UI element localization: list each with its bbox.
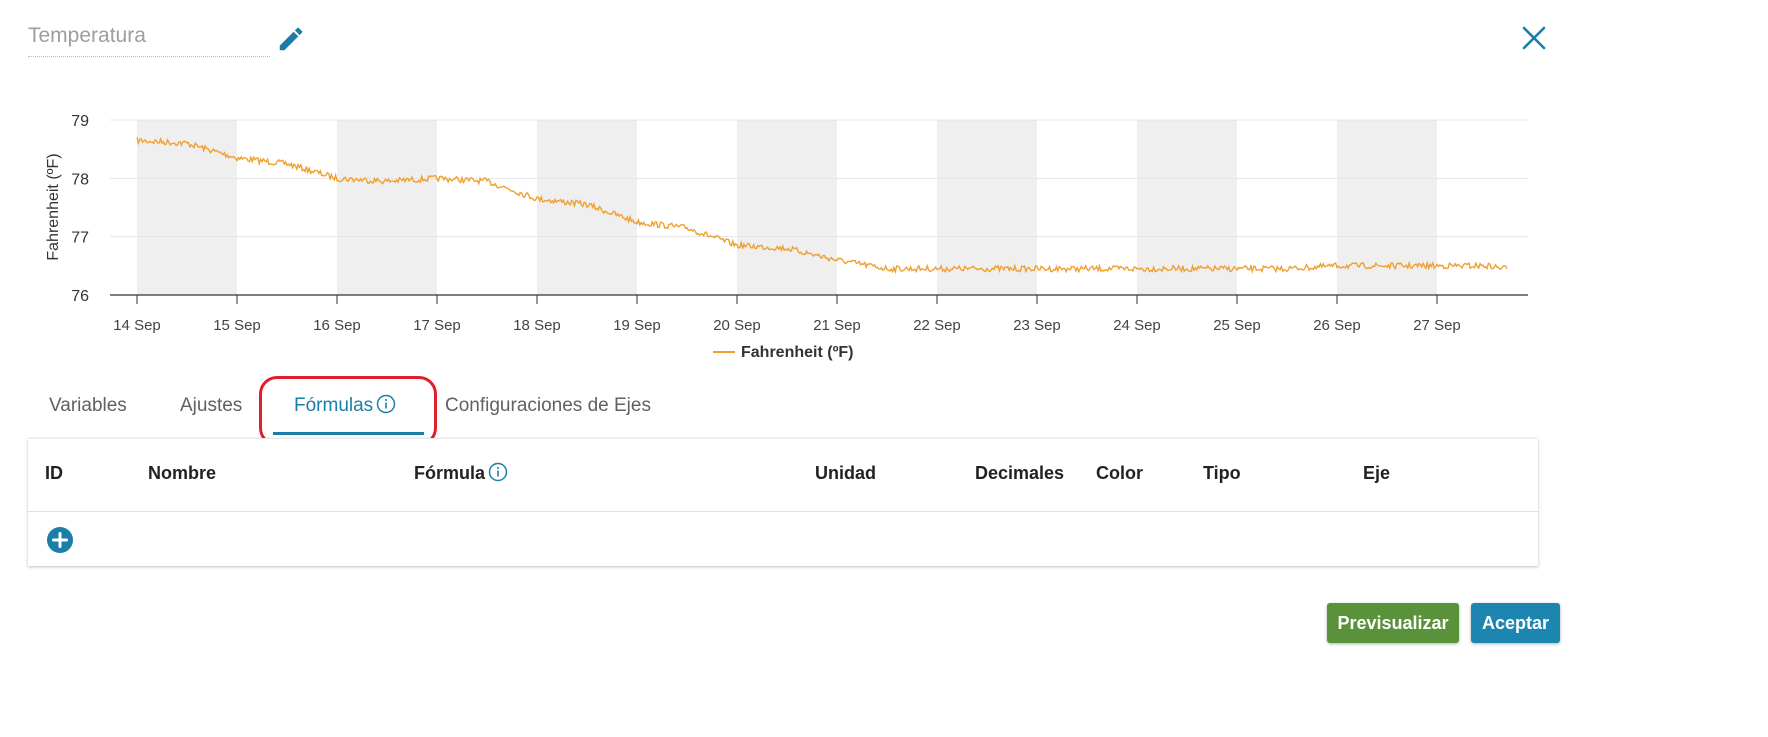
chart-svg: 76 77 78 79 14 Sep 15 Sep 16 Sep 17 Sep 18 Sep 1… [45, 113, 1528, 361]
info-icon[interactable] [488, 462, 508, 482]
x-tick-label: 16 Sep [313, 317, 361, 334]
close-icon [1522, 26, 1546, 50]
column-header-id: ID [45, 463, 63, 483]
column-header-tipo: Tipo [1203, 463, 1241, 483]
x-tick-label: 26 Sep [1313, 317, 1361, 334]
tab-ajustes[interactable]: Ajustes [180, 380, 242, 432]
legend-label: Fahrenheit (ºF) [741, 344, 854, 361]
tab-variables-label: Variables [49, 395, 127, 416]
x-tick-label: 15 Sep [213, 317, 261, 334]
y-axis-label: Fahrenheit (ºF) [45, 153, 62, 260]
x-tick-label: 14 Sep [113, 317, 161, 334]
tab-axis-settings[interactable]: Configuraciones de Ejes [445, 380, 651, 432]
legend: Fahrenheit (ºF) [713, 344, 854, 361]
column-header-nombre: Nombre [148, 463, 217, 483]
pencil-icon [279, 27, 303, 51]
y-tick-label: 76 [71, 288, 89, 305]
x-tick-label: 18 Sep [513, 317, 561, 334]
y-tick-label: 78 [71, 171, 89, 188]
x-tick-label: 22 Sep [913, 317, 961, 334]
temperature-chart: 76 77 78 79 14 Sep 15 Sep 16 Sep 17 Sep 18 Sep 1… [0, 95, 1768, 375]
close-button[interactable] [1516, 20, 1552, 56]
x-tick-label: 27 Sep [1413, 317, 1461, 334]
x-tick-label: 25 Sep [1213, 317, 1261, 334]
edit-title-button[interactable] [276, 24, 306, 54]
plus-circle-icon [47, 527, 73, 553]
formulas-table: ID Nombre Fórmula Unidad Decimales Color… [28, 438, 1538, 566]
column-header-formula: Fórmula [414, 463, 508, 484]
x-tick-label: 17 Sep [413, 317, 461, 334]
y-tick-label: 79 [71, 113, 89, 130]
tab-variables[interactable]: Variables [49, 380, 127, 432]
x-tick-label: 20 Sep [713, 317, 761, 334]
day-band [1337, 120, 1437, 295]
preview-button[interactable]: Previsualizar [1327, 603, 1459, 643]
column-header-eje: Eje [1363, 463, 1391, 483]
column-header-decimales: Decimales [975, 463, 1065, 483]
y-tick-label: 77 [71, 230, 89, 247]
x-tick-label: 21 Sep [813, 317, 861, 334]
column-header-unidad: Unidad [815, 463, 876, 483]
tab-ajustes-label: Ajustes [180, 395, 243, 416]
accept-button[interactable]: Aceptar [1471, 603, 1560, 643]
x-tick-label: 19 Sep [613, 317, 661, 334]
x-tick-label: 23 Sep [1013, 317, 1061, 334]
day-band [137, 120, 237, 295]
column-header-color: Color [1096, 463, 1143, 483]
title-field[interactable] [28, 18, 270, 57]
x-tick-label: 24 Sep [1113, 317, 1161, 334]
day-band [337, 120, 437, 295]
tab-axis-settings-label: Configuraciones de Ejes [445, 395, 651, 416]
add-formula-button[interactable] [46, 526, 74, 554]
column-header-formula-label: Fórmula [414, 463, 486, 483]
day-band [737, 120, 837, 295]
header-divider [28, 511, 1538, 512]
tab-bar: Variables Ajustes Fórmulas Configuracion… [28, 380, 1538, 436]
title-input[interactable] [28, 18, 270, 48]
highlight-annotation [259, 376, 437, 446]
